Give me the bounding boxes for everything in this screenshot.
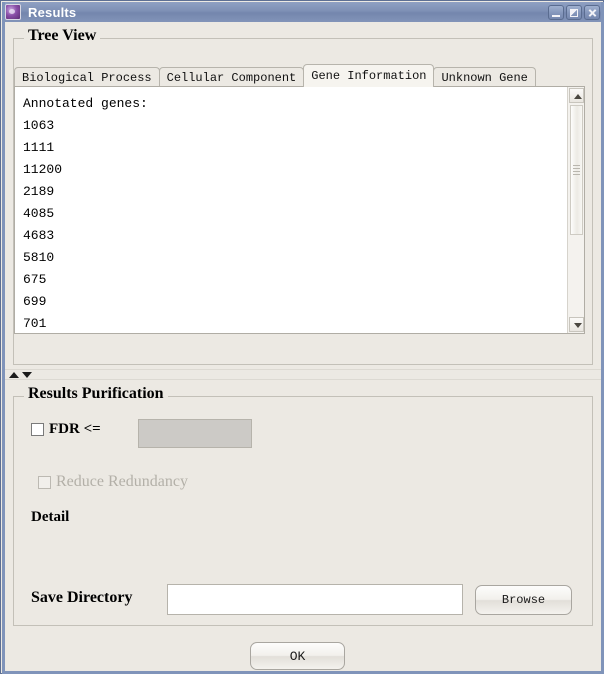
scrollbar-thumb[interactable] (570, 105, 583, 235)
tab-gene-information[interactable]: Gene Information (303, 64, 435, 87)
results-window: Results Tree View Biological Process Cel… (0, 0, 604, 674)
results-purification-title: Results Purification (24, 385, 168, 403)
reduce-redundancy-checkbox (38, 475, 51, 489)
tab-biological-process[interactable]: Biological Process (14, 67, 160, 87)
fdr-checkbox[interactable] (31, 423, 44, 436)
split-expand-down-icon[interactable] (22, 372, 32, 378)
window-controls (548, 4, 600, 20)
scrollbar-grip-icon (573, 165, 580, 175)
window-title: Results (28, 4, 77, 20)
tab-unknown-gene[interactable]: Unknown Gene (433, 67, 536, 87)
window-content: Tree View Biological Process Cellular Co… (5, 22, 601, 671)
window-titlebar[interactable]: Results (2, 2, 604, 22)
maximize-icon[interactable] (566, 4, 582, 20)
detail-label: Detail (31, 509, 70, 525)
browse-button[interactable]: Browse (475, 585, 572, 615)
tab-bar: Biological Process Cellular Component Ge… (14, 64, 536, 87)
gene-information-panel: Annotated genes: 1063 1111 11200 2189 40… (14, 86, 585, 334)
scroll-down-icon[interactable] (569, 317, 584, 332)
split-expand-up-icon[interactable] (9, 372, 19, 378)
close-icon[interactable] (584, 4, 600, 20)
fdr-checkbox-row[interactable]: FDR <= (31, 421, 101, 438)
save-directory-row: Save Directory (31, 589, 132, 607)
split-pane-divider[interactable] (5, 369, 601, 380)
save-directory-label: Save Directory (31, 589, 133, 606)
tab-cellular-component[interactable]: Cellular Component (158, 67, 305, 87)
reduce-redundancy-label: Reduce Redundancy (56, 473, 188, 490)
fdr-label: FDR <= (49, 421, 101, 437)
minimize-icon[interactable] (548, 4, 564, 20)
reduce-redundancy-row: Reduce Redundancy (38, 473, 188, 491)
scroll-up-icon[interactable] (569, 88, 584, 103)
gene-list-textarea[interactable]: Annotated genes: 1063 1111 11200 2189 40… (15, 87, 567, 333)
app-icon (5, 4, 21, 20)
vertical-scrollbar[interactable] (567, 87, 584, 333)
ok-button[interactable]: OK (250, 642, 345, 670)
save-directory-input[interactable] (167, 584, 463, 615)
tree-view-title: Tree View (24, 27, 101, 45)
fdr-value-input[interactable] (138, 419, 252, 448)
